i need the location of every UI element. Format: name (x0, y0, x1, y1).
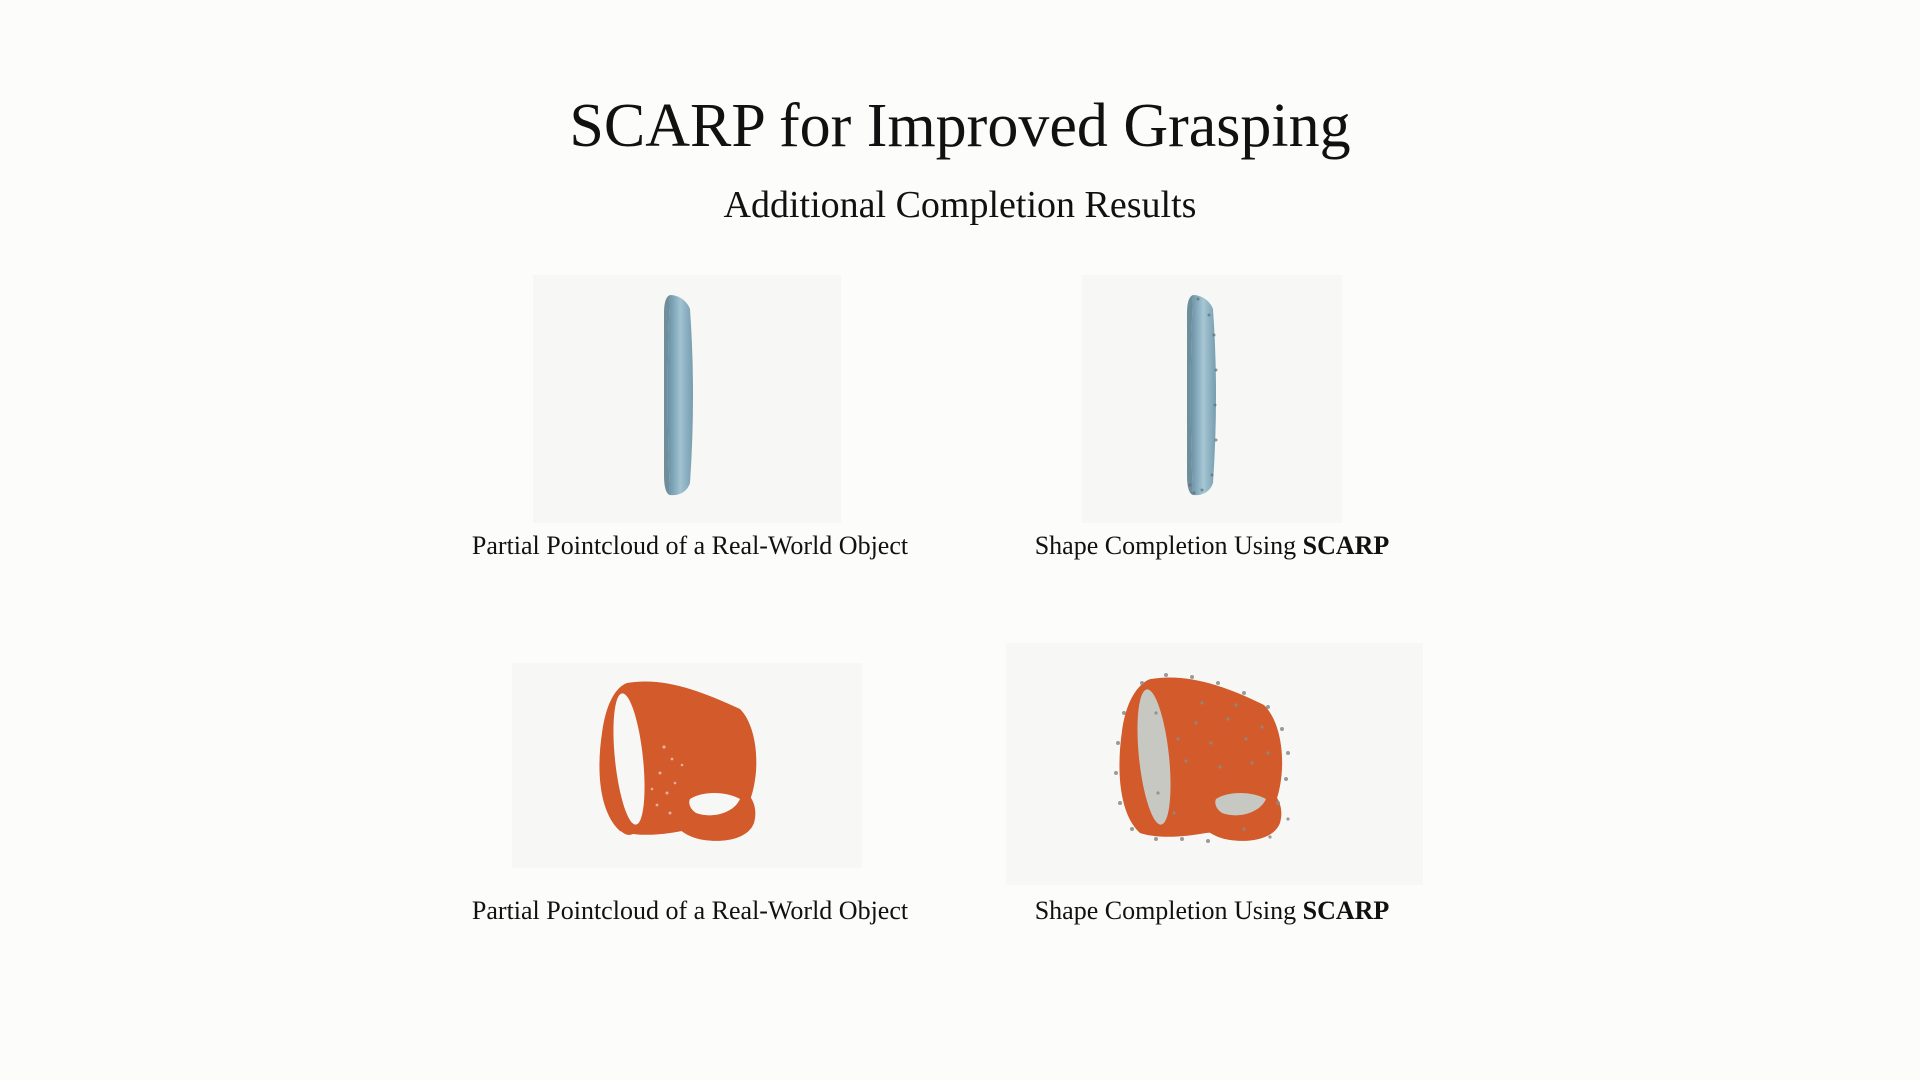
page-subtitle: Additional Completion Results (723, 184, 1197, 226)
completed-plate-panel (1082, 275, 1342, 523)
mug-completed-pointcloud (1114, 673, 1290, 843)
caption-partial-2: Partial Pointcloud of a Real-World Objec… (471, 896, 909, 925)
caption-partial-1: Partial Pointcloud of a Real-World Objec… (471, 531, 909, 560)
plate-partial-pointcloud (664, 295, 693, 496)
mug-partial-pointcloud (599, 681, 757, 841)
caption-completion-2-method: SCARP (1302, 896, 1390, 925)
caption-completion-2: Shape Completion Using SCARP (1002, 895, 1422, 927)
partial-plate-panel (533, 275, 841, 523)
caption-completion-2-prefix: Shape Completion Using (1034, 896, 1303, 925)
caption-completion-1-prefix: Shape Completion Using (1034, 531, 1303, 560)
partial-mug-panel (512, 663, 862, 868)
completed-mug-panel (1006, 643, 1423, 885)
plate-completed-pointcloud (1187, 295, 1218, 496)
caption-completion-1: Shape Completion Using SCARP (1002, 530, 1422, 562)
page-title: SCARP for Improved Grasping (569, 92, 1351, 160)
caption-completion-1-method: SCARP (1302, 531, 1390, 560)
